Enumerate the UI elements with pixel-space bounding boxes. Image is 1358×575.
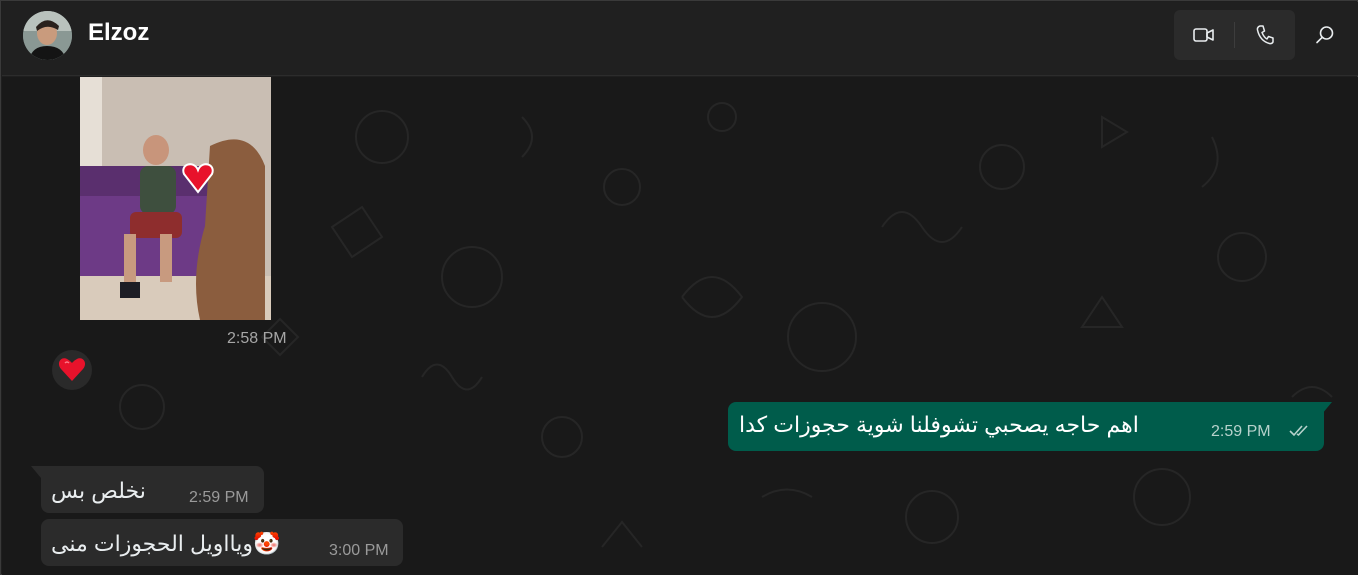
media-message-image[interactable] (80, 77, 271, 320)
voice-call-button[interactable] (1235, 10, 1295, 60)
incoming-bubble-tail (31, 466, 41, 478)
contact-avatar[interactable] (23, 11, 72, 60)
video-call-button[interactable] (1174, 10, 1234, 60)
search-icon (1316, 26, 1334, 44)
message-list[interactable]: 2:58 PM اهم حاجه يصحبي تشوفلنا شوية حجوز… (2, 77, 1358, 575)
video-camera-icon (1193, 28, 1214, 42)
outgoing-message[interactable]: اهم حاجه يصحبي تشوفلنا شوية حجوزات كدا 2… (728, 402, 1324, 451)
message-text: اهم حاجه يصحبي تشوفلنا شوية حجوزات كدا (739, 412, 1139, 437)
call-button-group (1174, 10, 1295, 60)
chat-header: Elzoz (2, 2, 1358, 76)
contact-name[interactable]: Elzoz (88, 19, 149, 47)
media-timestamp: 2:58 PM (227, 330, 287, 347)
double-check-icon (1289, 425, 1308, 437)
phone-icon (1256, 25, 1274, 45)
outgoing-bubble-tail (1322, 402, 1332, 414)
heart-reaction[interactable] (52, 350, 92, 390)
message-timestamp: 2:59 PM (189, 489, 249, 506)
message-text: ويااويل الحجوزات منى🤡 (51, 531, 281, 556)
message-timestamp: 2:59 PM (1211, 423, 1271, 440)
chat-window: Elzoz 2:58 PM اهم حاجه يصحبي تشوفلنا شوي… (0, 0, 1358, 575)
search-button[interactable] (1308, 18, 1342, 52)
incoming-message[interactable]: ويااويل الحجوزات منى🤡 3:00 PM (41, 519, 403, 566)
message-timestamp: 3:00 PM (329, 542, 389, 559)
red-heart-icon (58, 358, 86, 381)
message-text: نخلص بس (51, 478, 146, 503)
incoming-message[interactable]: نخلص بس 2:59 PM (41, 466, 264, 513)
